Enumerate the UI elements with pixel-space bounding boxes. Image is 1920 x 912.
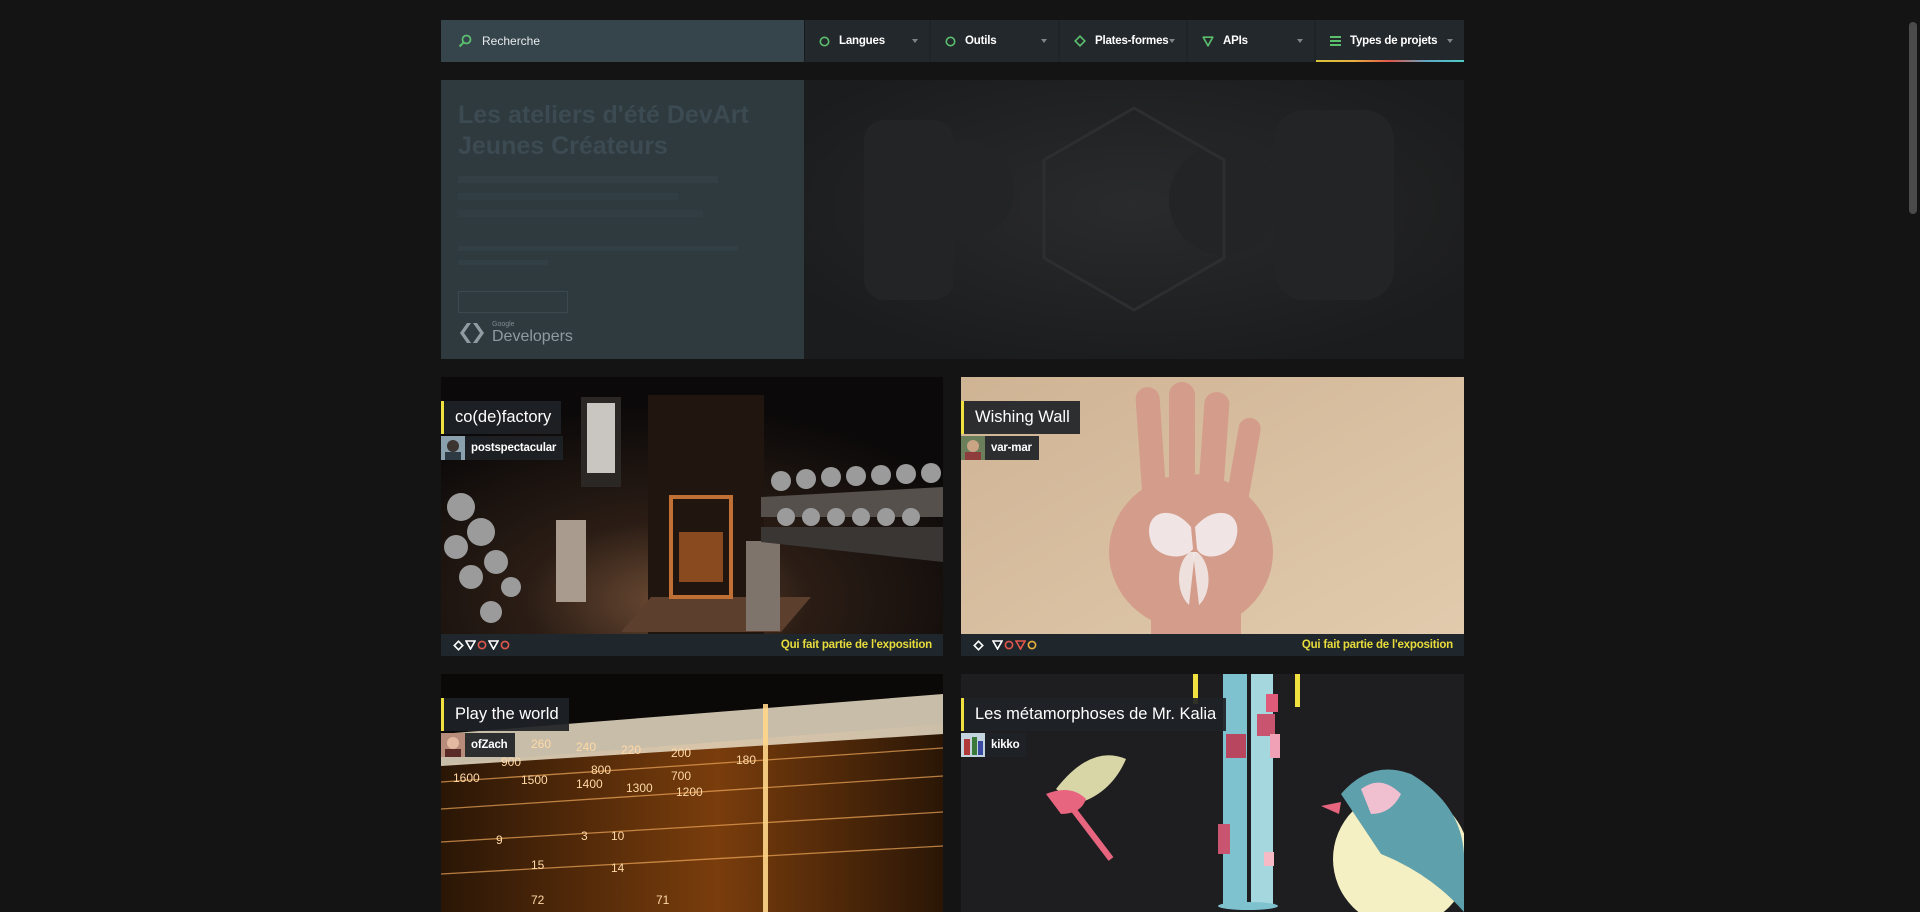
project-card[interactable]: Les métamorphoses de Mr. Kalia kikko bbox=[961, 674, 1464, 912]
circle-icon bbox=[819, 36, 830, 47]
project-author[interactable]: postspectacular bbox=[441, 436, 564, 460]
logo-small-text: Google bbox=[492, 321, 515, 328]
banner-text-panel: Les ateliers d'été DevArt Jeunes Créateu… bbox=[441, 80, 804, 359]
page-scrollbar[interactable] bbox=[1906, 0, 1920, 912]
svg-text:260: 260 bbox=[531, 737, 551, 751]
svg-text:200: 200 bbox=[671, 746, 691, 760]
project-title[interactable]: Wishing Wall bbox=[961, 401, 1080, 434]
circle-icon bbox=[500, 640, 510, 650]
svg-text:9: 9 bbox=[496, 833, 503, 847]
triangle-icon bbox=[1015, 640, 1026, 650]
avatar bbox=[441, 436, 465, 460]
svg-text:15: 15 bbox=[531, 858, 545, 872]
card-footer: Qui fait partie de l'exposition bbox=[961, 634, 1464, 656]
filter-label: Langues bbox=[839, 35, 885, 47]
featured-banner[interactable]: Les ateliers d'été DevArt Jeunes Créateu… bbox=[441, 80, 1464, 359]
tech-icons bbox=[973, 639, 1037, 651]
project-card[interactable]: Wishing Wall var-mar Qui fait partie de … bbox=[961, 377, 1464, 656]
svg-text:180: 180 bbox=[736, 753, 756, 767]
circle-icon bbox=[1004, 640, 1014, 650]
project-title[interactable]: co(de)factory bbox=[441, 401, 562, 434]
circle-icon bbox=[477, 640, 487, 650]
card-footer: Qui fait partie de l'exposition bbox=[441, 634, 943, 656]
filter-apis[interactable]: APIs bbox=[1188, 20, 1314, 62]
project-card[interactable]: co(de)factory postspectacular Qui fait p… bbox=[441, 377, 943, 656]
filter-outils[interactable]: Outils bbox=[931, 20, 1058, 62]
banner-ghost-text bbox=[458, 176, 738, 217]
chevron-down-icon bbox=[912, 39, 918, 43]
svg-text:700: 700 bbox=[671, 769, 691, 783]
chevrons-logo-icon bbox=[460, 323, 484, 343]
filter-types-de-projets[interactable]: Types de projets bbox=[1316, 20, 1464, 62]
chevron-down-icon bbox=[1447, 39, 1453, 43]
google-developers-logo: Google Developers bbox=[458, 321, 573, 345]
tech-icons bbox=[453, 639, 510, 651]
svg-text:71: 71 bbox=[656, 893, 670, 907]
svg-text:900: 900 bbox=[501, 755, 521, 769]
filter-langues[interactable]: Langues bbox=[804, 20, 929, 62]
avatar bbox=[961, 733, 985, 757]
diamond-icon bbox=[1074, 35, 1086, 47]
search-box[interactable] bbox=[441, 20, 804, 62]
svg-text:240: 240 bbox=[576, 740, 596, 754]
filter-plates-formes[interactable]: Plates-formes bbox=[1060, 20, 1186, 62]
chevron-down-icon bbox=[1041, 39, 1047, 43]
chevron-down-icon bbox=[1297, 39, 1303, 43]
author-name: kikko bbox=[991, 739, 1020, 751]
avatar bbox=[441, 733, 465, 757]
scrollbar-thumb[interactable] bbox=[1909, 22, 1917, 214]
search-icon bbox=[458, 34, 472, 48]
project-author[interactable]: kikko bbox=[961, 733, 1027, 757]
project-author[interactable]: var-mar bbox=[961, 436, 1039, 460]
active-underline bbox=[1316, 60, 1464, 62]
triangle-icon bbox=[1202, 35, 1214, 47]
exhibition-label[interactable]: Qui fait partie de l'exposition bbox=[1302, 639, 1453, 651]
svg-text:72: 72 bbox=[531, 893, 545, 907]
filter-label: APIs bbox=[1223, 35, 1248, 47]
logo-big-text: Developers bbox=[492, 328, 573, 345]
circle-icon bbox=[945, 36, 956, 47]
exhibition-label[interactable]: Qui fait partie de l'exposition bbox=[781, 639, 932, 651]
triangle-icon bbox=[992, 640, 1003, 650]
banner-ghost-desc bbox=[458, 246, 738, 265]
project-card[interactable]: 260 240 220 200 180 900 800 700 1600 1500 1400 1… bbox=[441, 674, 943, 912]
banner-button[interactable] bbox=[458, 291, 568, 313]
svg-text:3: 3 bbox=[581, 829, 588, 843]
svg-text:800: 800 bbox=[591, 763, 611, 777]
project-title[interactable]: Les métamorphoses de Mr. Kalia bbox=[961, 698, 1227, 731]
author-name: var-mar bbox=[991, 442, 1032, 454]
svg-text:1500: 1500 bbox=[521, 773, 548, 787]
author-name: postspectacular bbox=[471, 442, 557, 454]
svg-text:1400: 1400 bbox=[576, 777, 603, 791]
circle-icon bbox=[1027, 640, 1037, 650]
svg-text:1300: 1300 bbox=[626, 781, 653, 795]
svg-text:220: 220 bbox=[621, 743, 641, 757]
avatar bbox=[961, 436, 985, 460]
svg-text:10: 10 bbox=[611, 829, 625, 843]
top-filter-bar: Langues Outils Plates-formes APIs Types … bbox=[441, 20, 1464, 62]
filter-label: Types de projets bbox=[1350, 35, 1438, 47]
filter-label: Plates-formes bbox=[1095, 35, 1169, 47]
triangle-icon bbox=[465, 640, 476, 650]
banner-title: Les ateliers d'été DevArt Jeunes Créateu… bbox=[458, 101, 749, 160]
chevron-down-icon bbox=[1169, 39, 1175, 43]
project-author[interactable]: ofZach bbox=[441, 733, 515, 757]
search-input[interactable] bbox=[480, 33, 784, 49]
filter-label: Outils bbox=[965, 35, 997, 47]
project-title[interactable]: Play the world bbox=[441, 698, 569, 731]
diamond-icon bbox=[973, 639, 984, 651]
banner-image bbox=[804, 80, 1464, 359]
list-icon bbox=[1330, 36, 1341, 46]
diamond-icon bbox=[453, 639, 464, 651]
svg-text:1200: 1200 bbox=[676, 785, 703, 799]
svg-text:14: 14 bbox=[611, 861, 625, 875]
svg-text:1600: 1600 bbox=[453, 771, 480, 785]
triangle-icon bbox=[488, 640, 499, 650]
author-name: ofZach bbox=[471, 739, 508, 751]
